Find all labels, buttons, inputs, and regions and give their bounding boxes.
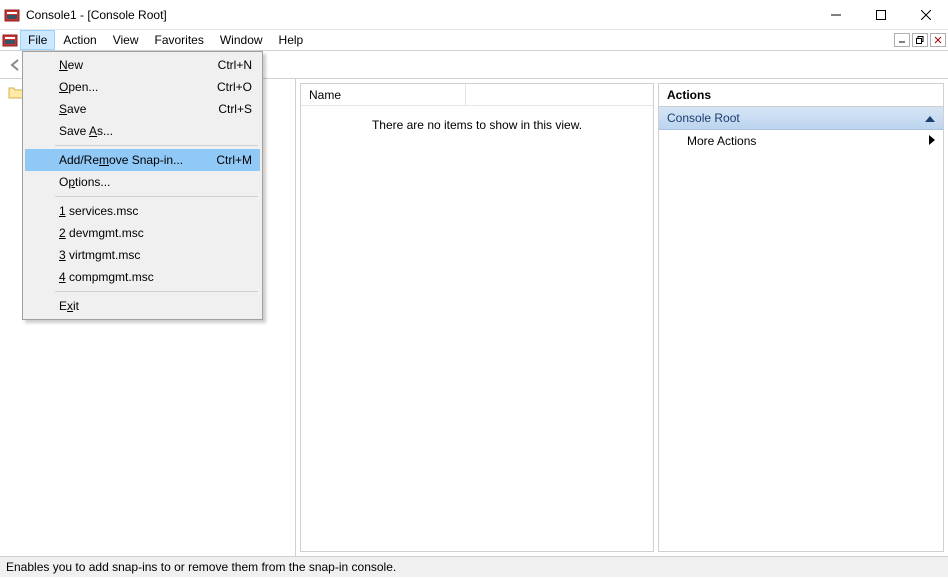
menu-add-remove-shortcut: Ctrl+M	[216, 153, 252, 167]
statusbar: Enables you to add snap-ins to or remove…	[0, 556, 948, 577]
maximize-button[interactable]	[858, 0, 903, 29]
mdi-controls	[894, 30, 948, 50]
menu-recent-2[interactable]: 2 devmgmt.msc	[25, 222, 260, 244]
menu-open-label: Open...	[59, 80, 217, 94]
list-empty-message: There are no items to show in this view.	[301, 106, 653, 551]
menu-save-as[interactable]: Save As...	[25, 120, 260, 142]
actions-title: Actions	[659, 84, 943, 107]
menu-save-as-label: Save As...	[59, 124, 252, 138]
minimize-button[interactable]	[813, 0, 858, 29]
column-name[interactable]: Name	[301, 84, 466, 105]
app-icon	[4, 7, 20, 23]
mdi-minimize-button[interactable]	[894, 33, 910, 47]
menu-exit[interactable]: Exit	[25, 295, 260, 317]
menu-add-remove-label: Add/Remove Snap-in...	[59, 153, 216, 167]
menu-save-label: Save	[59, 102, 218, 116]
actions-group-header[interactable]: Console Root	[659, 107, 943, 130]
menu-window[interactable]: Window	[212, 30, 271, 50]
list-pane[interactable]: Name There are no items to show in this …	[300, 83, 654, 552]
mdi-close-button[interactable]	[930, 33, 946, 47]
submenu-arrow-icon	[929, 134, 935, 148]
menu-options[interactable]: Options...	[25, 171, 260, 193]
menu-view[interactable]: View	[105, 30, 147, 50]
menu-separator	[55, 291, 258, 292]
menu-favorites[interactable]: Favorites	[147, 30, 212, 50]
mdi-restore-button[interactable]	[912, 33, 928, 47]
menu-recent-1-label: 1 services.msc	[59, 204, 252, 218]
menubar: File Action View Favorites Window Help	[0, 30, 948, 51]
menu-recent-4[interactable]: 4 compmgmt.msc	[25, 266, 260, 288]
window-controls	[813, 0, 948, 29]
menu-recent-3[interactable]: 3 virtmgmt.msc	[25, 244, 260, 266]
close-button[interactable]	[903, 0, 948, 29]
actions-more[interactable]: More Actions	[659, 130, 943, 152]
menu-recent-3-label: 3 virtmgmt.msc	[59, 248, 252, 262]
menu-save[interactable]: Save Ctrl+S	[25, 98, 260, 120]
menu-options-label: Options...	[59, 175, 252, 189]
file-menu-dropdown: New Ctrl+N Open... Ctrl+O Save Ctrl+S Sa…	[22, 51, 263, 320]
status-text: Enables you to add snap-ins to or remove…	[6, 560, 396, 574]
menu-file[interactable]: File	[20, 30, 55, 50]
menu-recent-2-label: 2 devmgmt.msc	[59, 226, 252, 240]
menu-open[interactable]: Open... Ctrl+O	[25, 76, 260, 98]
menu-save-shortcut: Ctrl+S	[218, 102, 252, 116]
doc-icon	[0, 30, 20, 50]
menu-help[interactable]: Help	[271, 30, 312, 50]
menu-separator	[55, 196, 258, 197]
menu-add-remove-snapin[interactable]: Add/Remove Snap-in... Ctrl+M	[25, 149, 260, 171]
menu-separator	[55, 145, 258, 146]
menu-recent-1[interactable]: 1 services.msc	[25, 200, 260, 222]
menu-exit-label: Exit	[59, 299, 252, 313]
list-header: Name	[301, 84, 653, 106]
actions-more-label: More Actions	[687, 134, 756, 148]
collapse-icon	[925, 111, 935, 125]
window-title: Console1 - [Console Root]	[26, 8, 813, 22]
actions-group-label: Console Root	[667, 111, 740, 125]
menu-action[interactable]: Action	[55, 30, 104, 50]
menu-new-shortcut: Ctrl+N	[218, 58, 252, 72]
actions-pane: Actions Console Root More Actions	[658, 83, 944, 552]
titlebar: Console1 - [Console Root]	[0, 0, 948, 30]
menu-new[interactable]: New Ctrl+N	[25, 54, 260, 76]
menu-open-shortcut: Ctrl+O	[217, 80, 252, 94]
menu-new-label: New	[59, 58, 218, 72]
menu-recent-4-label: 4 compmgmt.msc	[59, 270, 252, 284]
